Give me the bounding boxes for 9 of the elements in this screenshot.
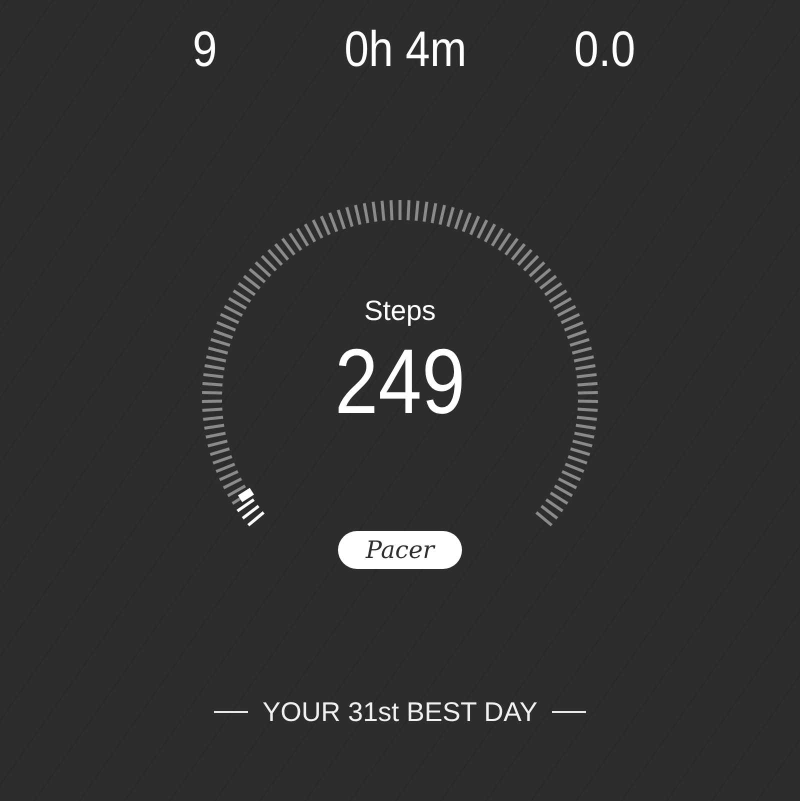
stat-value: 0h 4m [344,20,466,78]
gauge-marker [238,488,254,502]
gauge-fill [236,498,265,526]
steps-label: Steps [363,294,437,328]
best-day-text: YOUR 31st BEST DAY [262,696,538,729]
steps-count: 249 [334,330,466,434]
stat-value: 9 [192,20,218,78]
brand-logo: Pacer [338,531,462,569]
stat-value: 0.0 [574,20,636,78]
